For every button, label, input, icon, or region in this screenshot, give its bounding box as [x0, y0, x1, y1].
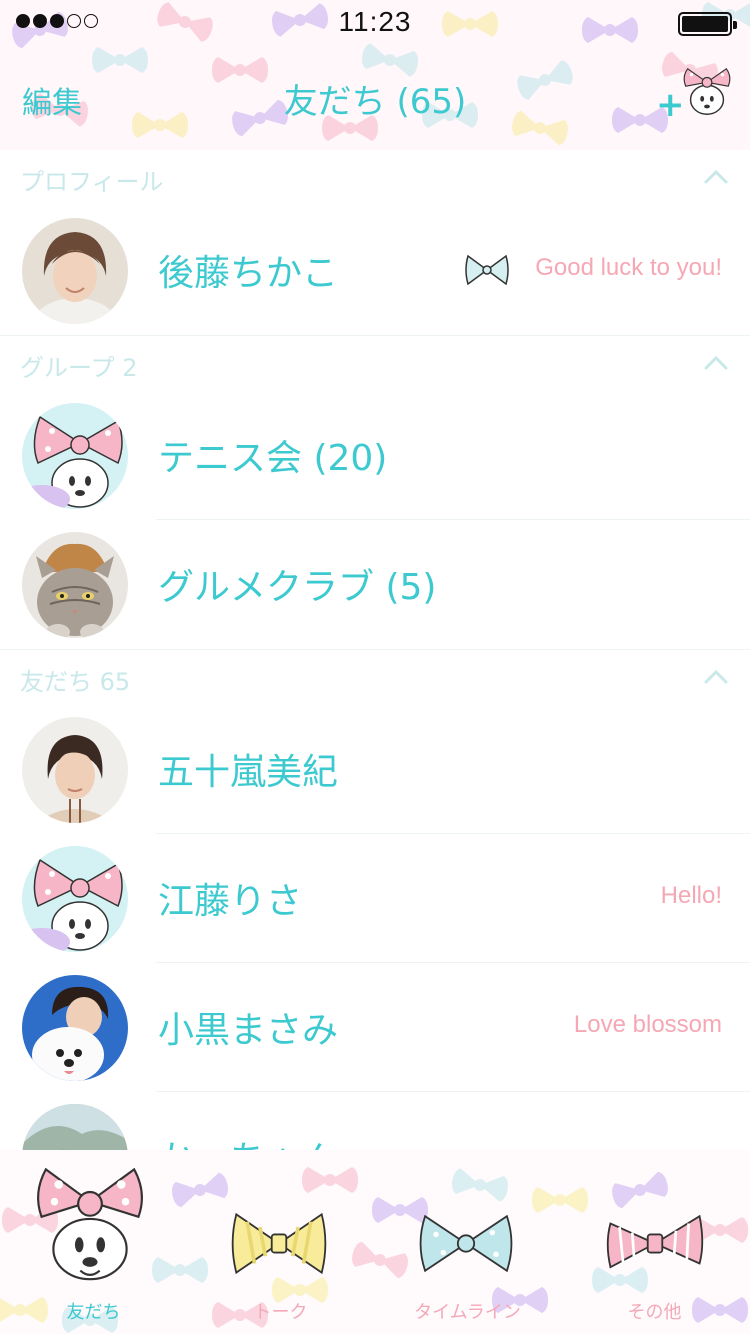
section-header[interactable]: グループ 2	[0, 335, 750, 391]
avatar[interactable]	[22, 532, 128, 638]
contact-name: グルメクラブ (5)	[158, 567, 437, 608]
contact-name: 江藤りさ	[158, 881, 303, 922]
tab-talk[interactable]: トーク	[187, 1150, 374, 1334]
tab-label: トーク	[253, 1302, 308, 1323]
chevron-up-icon[interactable]	[704, 668, 728, 684]
status-time: 11:23	[338, 6, 412, 37]
chevron-up-icon[interactable]	[704, 168, 728, 184]
status-message: Hello!	[660, 882, 722, 909]
profile-row[interactable]: 後藤ちかこ Good luck to you!	[0, 206, 750, 335]
friend-row[interactable]: 江藤りさ Hello!	[0, 834, 750, 963]
yellow-bow-icon	[231, 1212, 327, 1275]
section-label: プロフィール	[20, 168, 164, 196]
tab-friends[interactable]: 友だち	[0, 1150, 187, 1334]
minnie-icon	[37, 1167, 143, 1281]
contact-name: 小黒まさみ	[158, 1010, 339, 1051]
friend-list: プロフィール後藤ちかこ Good luck to you! グループ 2 テニス会 (…	[0, 150, 750, 1221]
tab-label: タイムライン	[414, 1302, 521, 1323]
avatar[interactable]	[22, 403, 128, 509]
minnie-icon	[683, 68, 731, 115]
section-label: グループ 2	[20, 354, 138, 382]
avatar[interactable]	[22, 975, 128, 1081]
tab-label: 友だち	[66, 1302, 121, 1323]
tab-timeline[interactable]: タイムライン	[374, 1150, 561, 1334]
page-title: 友だち (65)	[283, 82, 467, 122]
section-header[interactable]: 友だち 65	[0, 649, 750, 705]
add-friend-button[interactable]: +	[656, 60, 736, 130]
tab-other[interactable]: その他	[561, 1150, 748, 1334]
contact-name: 五十嵐美紀	[158, 752, 339, 793]
bow-icon	[464, 252, 510, 288]
contact-name: 後藤ちかこ	[158, 253, 339, 294]
contact-name: テニス会 (20)	[158, 438, 388, 479]
friend-row[interactable]: 五十嵐美紀	[0, 705, 750, 834]
status-message: Love blossom	[573, 1011, 722, 1038]
status-message: Good luck to you!	[535, 254, 722, 281]
avatar[interactable]	[22, 846, 128, 952]
battery-icon	[678, 12, 737, 36]
avatar[interactable]	[22, 717, 128, 823]
status-bar: 11:23	[0, 0, 750, 44]
header: 11:23 編集 友だち (65) +	[0, 0, 750, 150]
chevron-up-icon[interactable]	[704, 354, 728, 370]
tab-label: その他	[627, 1302, 682, 1323]
nav-bar: 編集 友だち (65) +	[0, 44, 750, 150]
group-row[interactable]: グルメクラブ (5)	[0, 520, 750, 649]
friend-row[interactable]: 小黒まさみ Love blossom	[0, 963, 750, 1092]
tab-bar: 友だち トーク タイムライン その他	[0, 1150, 750, 1334]
section-header[interactable]: プロフィール	[0, 150, 750, 206]
pink-bow-icon	[606, 1214, 704, 1269]
blue-bow-icon	[419, 1214, 513, 1273]
section-label: 友だち 65	[20, 668, 131, 696]
avatar[interactable]	[22, 218, 128, 324]
group-row[interactable]: テニス会 (20)	[0, 391, 750, 520]
